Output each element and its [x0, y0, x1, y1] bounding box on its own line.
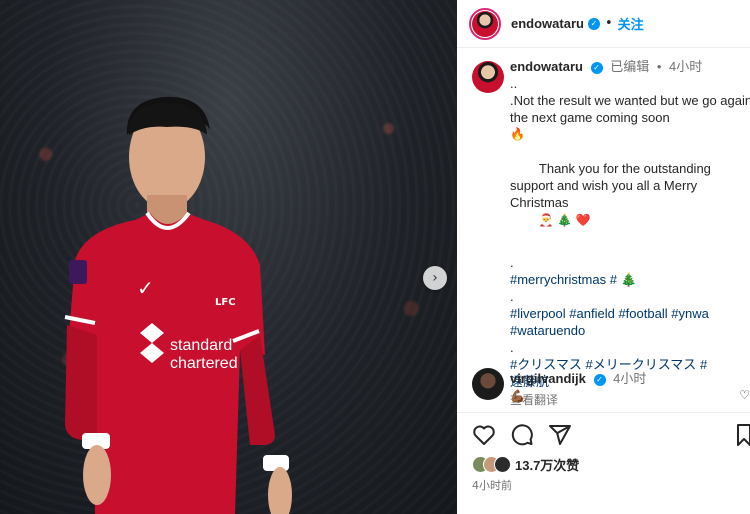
commenter-username[interactable]: virgilvandijk — [510, 371, 586, 386]
caption-dot: . — [510, 255, 514, 270]
heart-icon[interactable] — [472, 423, 496, 447]
kit-brand-logo: ✓ — [137, 276, 154, 300]
likes-summary[interactable]: 13.7万次赞 — [472, 454, 579, 474]
post-sidebar: endowataru ✓ • 关注 endowataru ✓ 已编辑 • 4小时… — [457, 0, 750, 514]
liker-avatar — [494, 455, 511, 473]
comment-like-icon[interactable]: ♡ — [739, 388, 750, 402]
divider — [457, 412, 750, 413]
likes-count[interactable]: 13.7万次赞 — [515, 455, 579, 474]
separator-dot: • — [656, 59, 662, 74]
commenter-avatar[interactable] — [472, 368, 504, 400]
hashtag-link[interactable]: #anfield — [569, 306, 615, 321]
bookmark-icon[interactable] — [736, 423, 750, 447]
fire-emoji: 🔥 — [510, 127, 525, 141]
edited-label: 已编辑 — [610, 59, 650, 74]
post-caption: endowataru ✓ 已编辑 • 4小时 .. .Not the resul… — [469, 58, 750, 409]
caption-line: Thank you for the outstanding support an… — [510, 143, 750, 246]
next-image-button[interactable]: › — [423, 266, 447, 290]
hashtag-link[interactable]: # 🎄 — [610, 272, 637, 287]
player-figure: ✓ LFC standard chartered — [64, 96, 292, 514]
post-header: endowataru ✓ • 关注 — [457, 0, 750, 48]
separator-dot: • — [604, 16, 613, 31]
caption-author-username[interactable]: endowataru — [510, 59, 583, 74]
hashtag-link[interactable]: #football — [618, 306, 667, 321]
post-time[interactable]: 4小时 — [669, 59, 702, 74]
comment-item: virgilvandijk ✓ 4小时 💪🏾 ♡ — [469, 368, 750, 403]
caption-dot: . — [510, 340, 514, 355]
caption-line: .. — [510, 76, 518, 91]
author-username[interactable]: endowataru — [511, 16, 584, 31]
chevron-right-icon: › — [432, 270, 438, 286]
hashtag-link[interactable]: #wataruendo — [510, 323, 585, 338]
comment-icon[interactable] — [510, 423, 534, 447]
hashtag-link[interactable]: #liverpool — [510, 306, 566, 321]
comment-time: 4小时 — [613, 371, 647, 386]
hashtag-link[interactable]: #merrychristmas — [510, 272, 606, 287]
caption-author-avatar[interactable] — [472, 61, 504, 93]
sponsor-text-1: standard — [170, 337, 232, 354]
action-bar — [472, 423, 750, 449]
caption-text: Thank you for the outstanding support an… — [510, 161, 715, 210]
verified-icon: ✓ — [587, 17, 600, 30]
post-image[interactable]: ✓ LFC standard chartered › — [0, 0, 457, 514]
sponsor-text-2: chartered — [170, 355, 238, 372]
verified-icon: ✓ — [590, 61, 603, 74]
verified-icon: ✓ — [593, 373, 606, 386]
caption-dot: . — [510, 289, 514, 304]
caption-line: .Not the result we wanted but we go agai… — [510, 93, 750, 125]
follow-button[interactable]: 关注 — [618, 14, 644, 33]
share-icon[interactable] — [548, 423, 572, 447]
hashtag-link[interactable]: #ynwa — [671, 306, 709, 321]
christmas-emojis: 🎅 🎄 ❤️ — [538, 213, 591, 227]
club-crest: LFC — [215, 297, 236, 308]
comment-text: 💪🏾 — [510, 389, 525, 403]
post-timestamp: 4小时前 — [472, 479, 512, 492]
author-avatar[interactable] — [469, 7, 501, 40]
